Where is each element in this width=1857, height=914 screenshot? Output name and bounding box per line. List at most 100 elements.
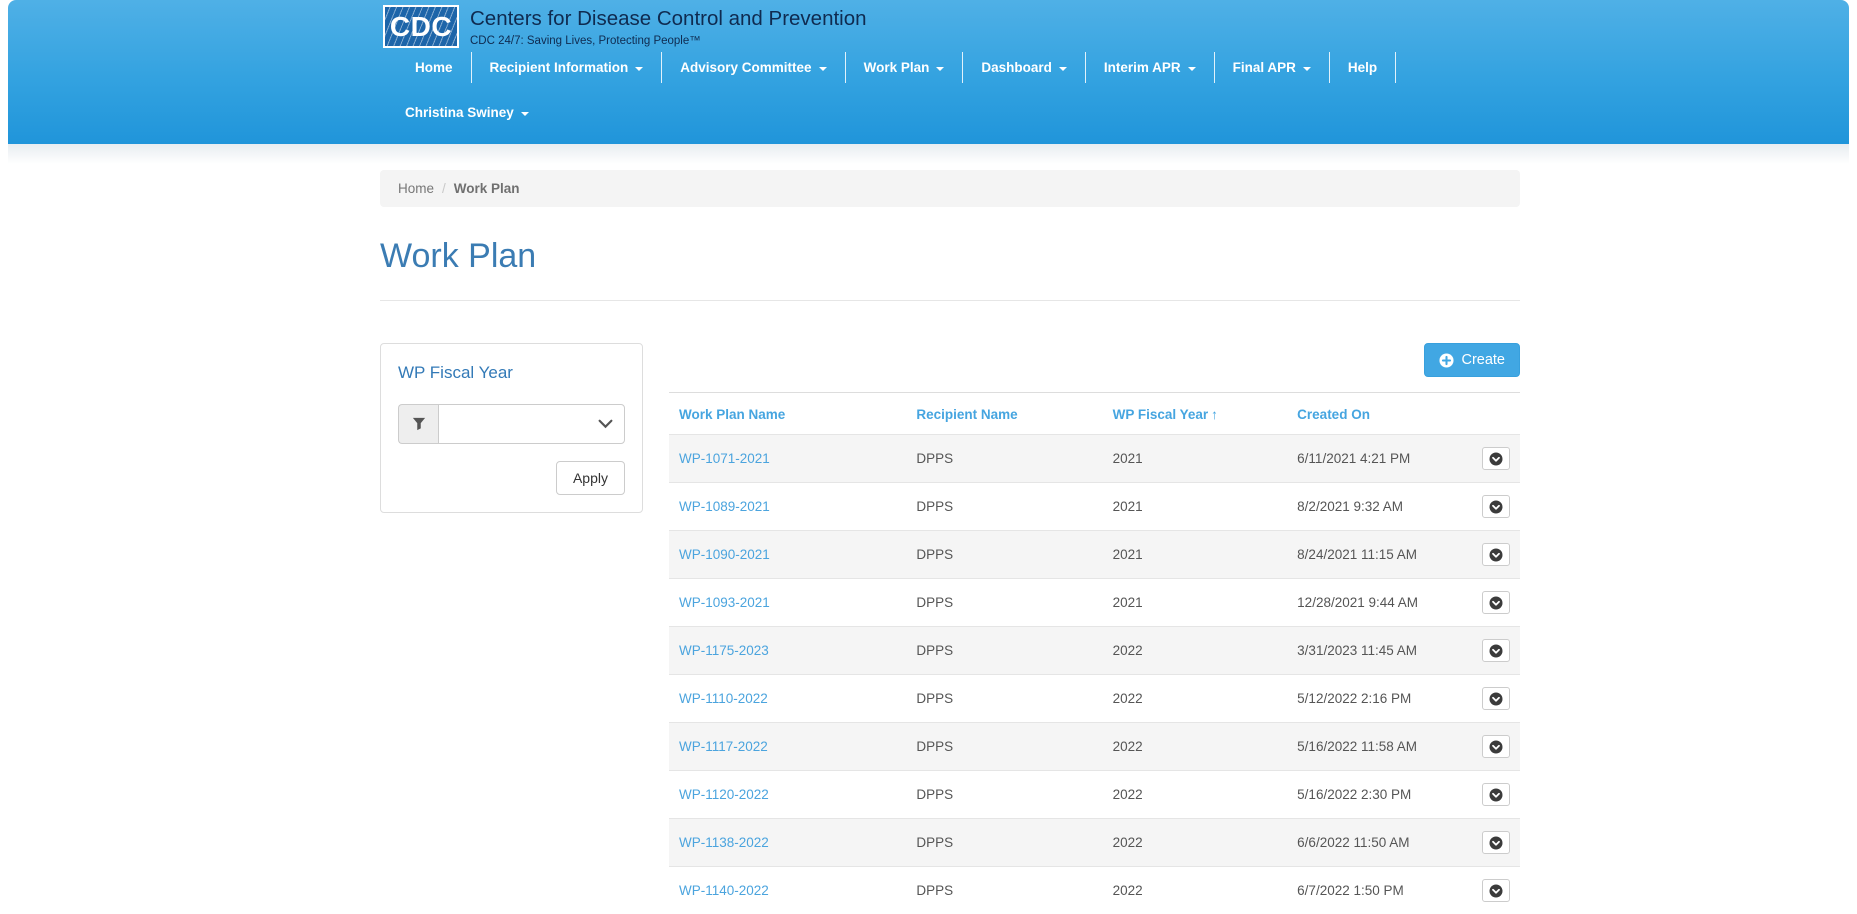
nav-item-work-plan[interactable]: Work Plan: [846, 52, 964, 83]
created-on-cell: 6/11/2021 4:21 PM: [1287, 435, 1472, 483]
nav-item-final-apr[interactable]: Final APR: [1215, 52, 1330, 83]
chevron-down-circle-icon: [1489, 692, 1503, 706]
row-actions-button[interactable]: [1482, 591, 1510, 614]
table-row: WP-1093-2021 DPPS 2021 12/28/2021 9:44 A…: [669, 579, 1520, 627]
column-header-wp-fiscal-year[interactable]: WP Fiscal Year: [1113, 407, 1209, 422]
wp-fiscal-year-cell: 2022: [1103, 627, 1288, 675]
chevron-down-circle-icon: [1489, 500, 1503, 514]
recipient-name-cell: DPPS: [906, 771, 1102, 819]
user-nav: Christina Swiney: [397, 97, 547, 128]
work-plan-name-link[interactable]: WP-1110-2022: [679, 691, 768, 706]
row-actions-button[interactable]: [1482, 495, 1510, 518]
column-header-created-on[interactable]: Created On: [1297, 407, 1370, 422]
work-plan-name-link[interactable]: WP-1071-2021: [679, 451, 770, 466]
site-tagline: CDC 24/7: Saving Lives, Protecting Peopl…: [470, 35, 867, 47]
table-row: WP-1175-2023 DPPS 2022 3/31/2023 11:45 A…: [669, 627, 1520, 675]
site-header: CDC Centers for Disease Control and Prev…: [8, 0, 1849, 144]
chevron-down-circle-icon: [1489, 836, 1503, 850]
cdc-logo-text: CDC: [390, 11, 452, 43]
fiscal-year-input-group: [398, 404, 625, 444]
created-on-cell: 12/28/2021 9:44 AM: [1287, 579, 1472, 627]
wp-fiscal-year-cell: 2022: [1103, 819, 1288, 867]
nav-item-dashboard[interactable]: Dashboard: [963, 52, 1086, 83]
breadcrumb: Home / Work Plan: [380, 170, 1520, 207]
recipient-name-cell: DPPS: [906, 579, 1102, 627]
cdc-logo[interactable]: CDC: [383, 5, 459, 48]
work-plan-table-body: WP-1071-2021 DPPS 2021 6/11/2021 4:21 PM…: [669, 435, 1520, 914]
nav-item-label: Work Plan: [864, 60, 930, 75]
row-actions-button[interactable]: [1482, 447, 1510, 470]
column-header-recipient-name[interactable]: Recipient Name: [916, 407, 1017, 422]
body-row: WP Fiscal Year Apply Create: [380, 343, 1520, 914]
plus-circle-icon: [1439, 353, 1454, 368]
work-plan-name-link[interactable]: WP-1090-2021: [679, 547, 770, 562]
work-plan-name-link[interactable]: WP-1117-2022: [679, 739, 768, 754]
main-nav: Home Recipient Information Advisory Comm…: [397, 52, 1396, 83]
nav-item-advisory-committee[interactable]: Advisory Committee: [662, 52, 845, 83]
table-row: WP-1071-2021 DPPS 2021 6/11/2021 4:21 PM: [669, 435, 1520, 483]
chevron-down-icon: [1059, 67, 1067, 71]
table-header-row: Work Plan Name Recipient Name WP Fiscal …: [669, 393, 1520, 435]
chevron-down-circle-icon: [1489, 884, 1503, 898]
created-on-cell: 5/16/2022 2:30 PM: [1287, 771, 1472, 819]
work-plan-name-link[interactable]: WP-1089-2021: [679, 499, 770, 514]
chevron-down-circle-icon: [1489, 788, 1503, 802]
nav-item-home[interactable]: Home: [397, 52, 472, 83]
filter-actions: Apply: [398, 461, 625, 495]
work-plan-name-link[interactable]: WP-1138-2022: [679, 835, 769, 850]
row-actions-button[interactable]: [1482, 687, 1510, 710]
column-header-work-plan-name[interactable]: Work Plan Name: [679, 407, 785, 422]
chevron-down-circle-icon: [1489, 548, 1503, 562]
breadcrumb-current: Work Plan: [454, 181, 520, 196]
recipient-name-cell: DPPS: [906, 867, 1102, 914]
nav-item-label: Final APR: [1233, 60, 1296, 75]
nav-item-help[interactable]: Help: [1330, 52, 1396, 83]
chevron-down-circle-icon: [1489, 452, 1503, 466]
chevron-down-icon: [1188, 67, 1196, 71]
nav-item-label: Advisory Committee: [680, 60, 811, 75]
work-plan-name-link[interactable]: WP-1140-2022: [679, 883, 769, 898]
recipient-name-cell: DPPS: [906, 723, 1102, 771]
work-plan-name-link[interactable]: WP-1120-2022: [679, 787, 769, 802]
user-menu[interactable]: Christina Swiney: [397, 97, 547, 128]
row-actions-button[interactable]: [1482, 831, 1510, 854]
fiscal-year-select[interactable]: [438, 404, 625, 444]
create-button[interactable]: Create: [1424, 343, 1520, 377]
table-row: WP-1089-2021 DPPS 2021 8/2/2021 9:32 AM: [669, 483, 1520, 531]
recipient-name-cell: DPPS: [906, 435, 1102, 483]
nav-item-label: Dashboard: [981, 60, 1052, 75]
sort-ascending-icon: ↑: [1211, 407, 1218, 422]
chevron-down-icon: [598, 419, 613, 429]
row-actions-button[interactable]: [1482, 735, 1510, 758]
work-plan-name-link[interactable]: WP-1093-2021: [679, 595, 770, 610]
created-on-cell: 6/7/2022 1:50 PM: [1287, 867, 1472, 914]
row-actions-button[interactable]: [1482, 879, 1510, 902]
row-actions-button[interactable]: [1482, 783, 1510, 806]
apply-button[interactable]: Apply: [556, 461, 625, 495]
breadcrumb-home-link[interactable]: Home: [398, 181, 434, 196]
created-on-cell: 8/2/2021 9:32 AM: [1287, 483, 1472, 531]
nav-item-label: Help: [1348, 60, 1377, 75]
work-plan-name-link[interactable]: WP-1175-2023: [679, 643, 769, 658]
column-header-actions: [1472, 393, 1520, 435]
wp-fiscal-year-cell: 2022: [1103, 867, 1288, 914]
recipient-name-cell: DPPS: [906, 675, 1102, 723]
brand-text: Centers for Disease Control and Preventi…: [470, 5, 867, 47]
toolbar: Create: [669, 343, 1520, 377]
nav-item-interim-apr[interactable]: Interim APR: [1086, 52, 1215, 83]
breadcrumb-separator: /: [442, 181, 446, 196]
row-actions-button[interactable]: [1482, 543, 1510, 566]
recipient-name-cell: DPPS: [906, 819, 1102, 867]
create-button-label: Create: [1461, 352, 1505, 368]
wp-fiscal-year-cell: 2022: [1103, 723, 1288, 771]
chevron-down-icon: [635, 67, 643, 71]
nav-item-recipient-information[interactable]: Recipient Information: [472, 52, 663, 83]
wp-fiscal-year-cell: 2022: [1103, 771, 1288, 819]
created-on-cell: 3/31/2023 11:45 AM: [1287, 627, 1472, 675]
filter-icon: [398, 404, 438, 444]
chevron-down-icon: [936, 67, 944, 71]
recipient-name-cell: DPPS: [906, 483, 1102, 531]
table-row: WP-1110-2022 DPPS 2022 5/12/2022 2:16 PM: [669, 675, 1520, 723]
row-actions-button[interactable]: [1482, 639, 1510, 662]
created-on-cell: 5/16/2022 11:58 AM: [1287, 723, 1472, 771]
